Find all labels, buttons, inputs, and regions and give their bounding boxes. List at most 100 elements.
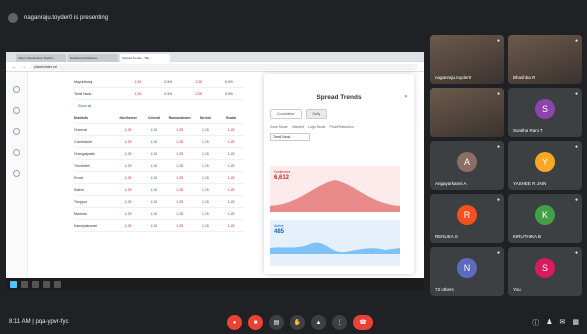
table-row[interactable]: Salem 1.25 1.25 1.25 1.25 1.25: [74, 184, 244, 196]
column-header[interactable]: Central: [141, 116, 167, 120]
chart-icon[interactable]: [13, 107, 20, 114]
cell: 0.3%: [224, 91, 233, 96]
chart-value: 6,612: [274, 175, 290, 181]
control-option[interactable]: Logs Mode: [308, 125, 325, 129]
participant-tile[interactable]: A ● Angayarkanni A: [430, 141, 504, 190]
captions-icon[interactable]: ▤: [269, 315, 284, 330]
cell: 1.25: [227, 163, 235, 168]
show-all-link[interactable]: Show all: [78, 104, 91, 108]
table-row[interactable]: Kanniyakumari 1.25 1.25 1.25 1.25 1.25: [74, 220, 244, 232]
taskbar-app-icon[interactable]: [32, 280, 39, 288]
spread-trends-modal: Spread Trends ✕ Cumulative Daily Zone Mo…: [264, 74, 414, 274]
column-header[interactable]: Ramanatham: [167, 116, 193, 120]
avatar: R: [457, 204, 477, 225]
table-row[interactable]: Tirunelveli 1.25 1.25 1.25 1.25 1.25: [74, 160, 244, 172]
cell: 1.25: [124, 127, 132, 132]
cell: 0.3%: [164, 91, 173, 96]
participant-tile[interactable]: ●: [430, 88, 504, 137]
avatar: N: [457, 257, 477, 278]
column-header[interactable]: Districts: [74, 116, 115, 120]
cell: 1.25: [124, 163, 132, 168]
row-label: Coimbatore: [74, 139, 93, 144]
participant-name: Sunitha Rani T: [513, 128, 543, 133]
home-icon[interactable]: [13, 86, 20, 93]
column-header[interactable]: Northwest: [115, 116, 141, 120]
taskbar-app-icon[interactable]: [54, 280, 61, 288]
participant-tile[interactable]: S ● You: [508, 247, 582, 296]
cell: 1.25: [176, 163, 183, 168]
raise-hand-icon[interactable]: ✋: [290, 315, 305, 330]
info-icon[interactable]: ⓘ: [532, 318, 539, 328]
row-label: Salem: [74, 187, 84, 192]
cell: 1.25: [150, 151, 158, 156]
tab-daily[interactable]: Daily: [305, 109, 328, 119]
forward-arrow-icon[interactable]: →: [21, 64, 26, 70]
cell: 1.25: [176, 175, 183, 180]
confirmed-chart: Confirmed 6,612: [270, 166, 400, 212]
participant-tile[interactable]: N ● 73 others: [430, 247, 504, 296]
cell: 1.25: [176, 211, 183, 216]
settings-icon[interactable]: [13, 170, 20, 177]
mic-muted-icon: ●: [574, 91, 578, 97]
participant-name: RENUKA S: [435, 234, 458, 239]
table-row[interactable]: Tiruppur 1.25 1.25 1.25 1.25 1.25: [74, 196, 244, 208]
participant-name: 73 others: [435, 287, 454, 292]
cell: 1.25: [201, 151, 209, 156]
mic-off-icon[interactable]: ●: [227, 315, 242, 330]
column-header[interactable]: Budal: [218, 116, 244, 120]
end-call-icon[interactable]: ☎: [353, 315, 373, 330]
table-row[interactable]: Coimbatore 1.25 1.25 1.25 1.25 1.25: [74, 136, 244, 148]
cell: 1.25: [227, 127, 235, 132]
control-option[interactable]: Plus/Restriction: [330, 125, 354, 129]
windows-start-icon[interactable]: [10, 280, 17, 288]
cell: 1.25: [227, 199, 235, 204]
control-option[interactable]: Infected: [292, 125, 304, 129]
participant-tile[interactable]: R ● RENUKA S: [430, 194, 504, 243]
region-select[interactable]: Tamil Nadu: [270, 133, 310, 141]
camera-off-icon[interactable]: ■: [248, 315, 263, 330]
participant-tile[interactable]: ● Bhashba R: [508, 35, 582, 84]
chart-label: Confirmed: [274, 170, 291, 174]
cell: 1.25: [227, 211, 235, 216]
address-bar[interactable]: placeholder.url: [30, 63, 418, 70]
mic-muted-icon: ●: [496, 91, 500, 97]
table-row[interactable]: Madurai 1.25 1.25 1.25 1.25 1.25: [74, 208, 244, 220]
table-row[interactable]: Chengalpattu 1.25 1.25 1.25 1.25 1.25: [74, 148, 244, 160]
mic-muted-icon: ●: [496, 197, 500, 203]
modal-controls: Zone Mode Infected Logs Mode Plus/Restri…: [270, 125, 408, 129]
browser-tab[interactable]: Dashboard Rational...: [68, 54, 118, 62]
tab-cumulative[interactable]: Cumulative: [270, 109, 302, 119]
participant-tile[interactable]: K ● KIRUTHIKA B: [508, 194, 582, 243]
cell: 1.25: [124, 223, 132, 228]
avatar: K: [535, 204, 555, 225]
cell: 0.3%: [224, 79, 233, 84]
participant-tile[interactable]: ● naganraju.toyder0: [430, 35, 504, 84]
cell: 1.25: [150, 211, 158, 216]
browser-tab[interactable]: Spread Trends - Tab...: [120, 54, 170, 62]
shared-screen: Sales Visualization Dashb... Dashboard R…: [6, 52, 424, 290]
participant-tile[interactable]: S ● Sunitha Rani T: [508, 88, 582, 137]
present-icon[interactable]: ▲: [311, 315, 326, 330]
modal-title: Spread Trends: [316, 94, 362, 101]
browser-urlbar: ← → placeholder.url: [6, 62, 424, 72]
taskbar-app-icon[interactable]: [43, 280, 50, 288]
control-option[interactable]: Zone Mode: [270, 125, 288, 129]
taskbar-app-icon[interactable]: [21, 280, 28, 288]
row-label: Kanniyakumari: [74, 223, 98, 228]
close-icon[interactable]: ✕: [404, 94, 408, 100]
participant-tile[interactable]: Y ● YASHEE R JAIN: [508, 141, 582, 190]
people-icon[interactable]: ♟: [546, 318, 552, 328]
dashboard-app: Mayurbhanj 1.25 0.3% 1.25 0.3% Tamil Nad…: [6, 72, 424, 288]
chat-icon[interactable]: ✉: [560, 318, 566, 328]
row-label: Mayurbhanj: [74, 79, 93, 84]
table-row[interactable]: Erode 1.25 1.25 1.25 1.25 1.25: [74, 172, 244, 184]
map-icon[interactable]: [13, 128, 20, 135]
column-header[interactable]: Nirmal: [192, 116, 218, 120]
activities-icon[interactable]: ▦: [572, 318, 579, 328]
back-arrow-icon[interactable]: ←: [12, 64, 17, 70]
more-options-icon[interactable]: ⋮: [332, 315, 347, 330]
cell: 1.25: [227, 187, 235, 192]
table-row[interactable]: Chennai 1.25 1.25 1.25 1.25 1.25: [74, 124, 244, 136]
browser-tab[interactable]: Sales Visualization Dashb...: [16, 54, 66, 62]
phone-icon[interactable]: [13, 149, 20, 156]
